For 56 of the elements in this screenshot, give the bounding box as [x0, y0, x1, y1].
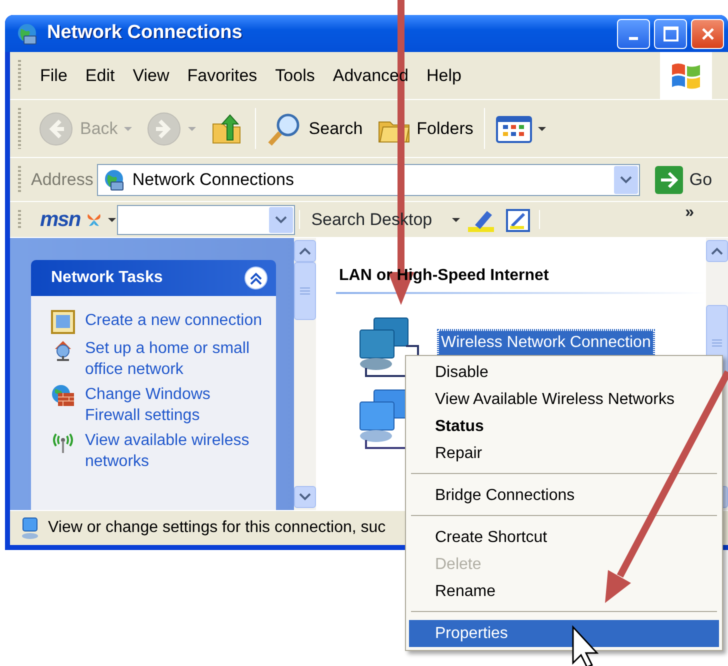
menu-item[interactable]: Properties: [409, 620, 719, 647]
collapse-chevron-icon[interactable]: [244, 266, 268, 290]
menu-item[interactable]: Rename: [409, 578, 719, 605]
search-button[interactable]: Search: [260, 110, 370, 148]
toolbar-overflow-button[interactable]: »: [684, 200, 696, 226]
go-button[interactable]: Go: [648, 164, 720, 194]
caret-icon: [124, 126, 132, 130]
grip-lines-icon: [300, 287, 310, 295]
scroll-down-icon: [299, 493, 311, 501]
edit-note-icon[interactable]: [505, 206, 532, 232]
caret-icon: [538, 126, 546, 130]
network-globe-icon: [15, 22, 39, 46]
folders-button[interactable]: Folders: [370, 112, 480, 144]
menu-item[interactable]: File: [31, 62, 76, 88]
panel-title: Network Tasks: [51, 268, 163, 288]
address-field[interactable]: Network Connections: [97, 164, 640, 196]
maximize-icon: [662, 26, 678, 42]
menu-item[interactable]: View Available Wireless Networks: [409, 386, 719, 413]
msn-logo-button[interactable]: msn: [39, 202, 118, 236]
menu-item[interactable]: Tools: [266, 62, 324, 88]
close-icon: [700, 26, 714, 40]
scrollbar[interactable]: [294, 238, 316, 510]
views-icon: [496, 114, 532, 144]
menu-item[interactable]: Help: [417, 62, 470, 88]
caret-icon: [188, 126, 196, 130]
menu-item[interactable]: Edit: [76, 62, 124, 88]
task-link[interactable]: View available wireless networks: [85, 430, 265, 472]
close-button[interactable]: [691, 18, 724, 48]
menu-item[interactable]: Status: [409, 413, 719, 440]
menu-item[interactable]: Favorites: [178, 62, 266, 88]
computer-icon: [20, 516, 40, 540]
address-label: Address: [31, 168, 94, 191]
task-link[interactable]: Create a new connection: [85, 310, 265, 331]
minimize-button[interactable]: [617, 18, 650, 48]
new-connection-icon: [51, 310, 75, 334]
window-title: Network Connections: [47, 21, 242, 46]
scroll-up-icon: [299, 247, 311, 255]
butterfly-icon: [86, 212, 102, 228]
maximize-button[interactable]: [654, 18, 687, 48]
menu-item[interactable]: Disable: [409, 359, 719, 386]
status-text: View or change settings for this connection, suc: [48, 518, 386, 538]
task-link[interactable]: Change Windows Firewall settings: [85, 384, 265, 426]
minimize-icon: [629, 37, 638, 40]
firewall-icon: [51, 384, 75, 408]
menu-item[interactable]: View: [124, 62, 178, 88]
search-field[interactable]: [117, 204, 296, 234]
caret-icon: [108, 218, 116, 222]
scroll-up-icon: [711, 247, 723, 255]
task-link[interactable]: Set up a home or small office network: [85, 338, 265, 380]
menu-item[interactable]: Bridge Connections: [409, 482, 719, 509]
network-globe-icon: [102, 168, 126, 192]
connection-label[interactable]: Wireless Network Connection: [438, 330, 654, 356]
caret-icon: [452, 218, 460, 222]
grip-lines-icon: [712, 338, 722, 346]
menu-item[interactable]: Repair: [409, 440, 719, 467]
menu-item[interactable]: Create Shortcut: [409, 524, 719, 551]
